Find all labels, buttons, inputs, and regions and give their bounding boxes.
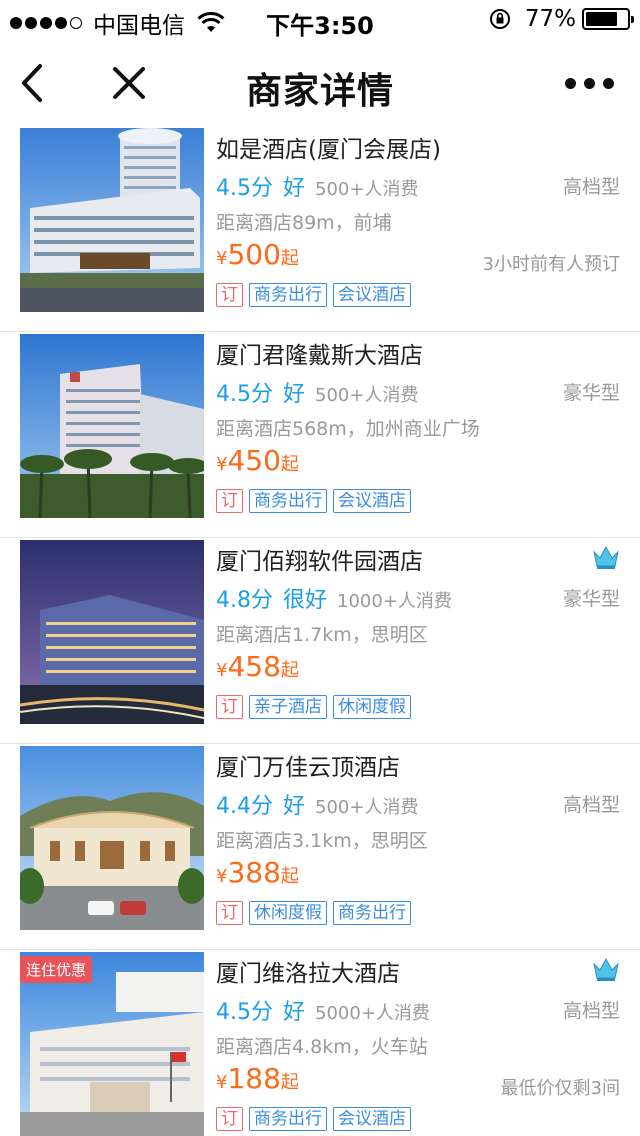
hotel-name: 厦门君隆戴斯大酒店: [216, 343, 423, 369]
tag-book: 订: [216, 1107, 243, 1131]
hotel-grade: 豪华型: [562, 382, 620, 404]
hotel-distance: 距离酒店4.8km，火车站: [216, 1036, 428, 1058]
hotel-grade: 高档型: [562, 176, 620, 198]
tag: 休闲度假: [249, 901, 327, 925]
tag: 会议酒店: [333, 283, 411, 307]
hotel-photo: [20, 746, 204, 930]
tag: 会议酒店: [333, 1107, 411, 1131]
hotel-name: 厦门万佳云顶酒店: [216, 755, 400, 781]
price-value: 450: [227, 444, 281, 477]
currency-symbol: ¥: [216, 248, 228, 269]
hotel-name: 厦门佰翔软件园酒店: [216, 549, 423, 575]
tag: 商务出行: [333, 901, 411, 925]
tag-book: 订: [216, 283, 243, 307]
battery-icon: [582, 8, 634, 30]
battery-percent: 77%: [524, 6, 576, 32]
hotel-consume-count: 1000+人消费: [337, 591, 452, 612]
hotel-photo: [20, 540, 204, 724]
hotel-price: ¥ 388 起: [216, 856, 299, 889]
hotel-distance: 距离酒店568m，加州商业广场: [216, 418, 480, 440]
hotel-list-item[interactable]: 连住优惠 厦门维洛拉大酒店 4.5分 好 5000+人消费 高档型 距离酒店4.…: [0, 950, 640, 1136]
price-from-label: 起: [280, 1072, 299, 1093]
hotel-rating-word: 好: [283, 176, 306, 201]
price-from-label: 起: [280, 866, 299, 887]
tag: 商务出行: [249, 489, 327, 513]
hotel-distance: 距离酒店1.7km，思明区: [216, 624, 428, 646]
hotel-rating-word: 好: [283, 794, 306, 819]
hotel-list-item[interactable]: 厦门君隆戴斯大酒店 4.5分 好 500+人消费 豪华型 距离酒店568m，加州…: [0, 332, 640, 538]
page-title: 商家详情: [245, 71, 394, 112]
hotel-name: 厦门维洛拉大酒店: [216, 961, 400, 987]
hotel-list: 如是酒店(厦门会展店) 4.5分 好 500+人消费 高档型 距离酒店89m，前…: [0, 126, 640, 1136]
hotel-list-item[interactable]: 如是酒店(厦门会展店) 4.5分 好 500+人消费 高档型 距离酒店89m，前…: [0, 126, 640, 332]
hotel-tags: 订 休闲度假 商务出行: [216, 901, 417, 925]
tag: 会议酒店: [333, 489, 411, 513]
currency-symbol: ¥: [216, 866, 228, 887]
hotel-photo: [20, 128, 204, 312]
hotel-score: 4.5分: [216, 382, 273, 407]
hotel-tags: 订 商务出行 会议酒店: [216, 1107, 417, 1131]
hotel-tags: 订 亲子酒店 休闲度假: [216, 695, 417, 719]
hotel-photo: [20, 334, 204, 518]
more-icon[interactable]: [557, 78, 614, 89]
crown-icon: [593, 957, 619, 981]
price-value: 388: [227, 856, 281, 889]
hotel-rating-word: 很好: [283, 588, 328, 613]
hotel-consume-count: 500+人消费: [315, 797, 419, 818]
hotel-rating-word: 好: [283, 382, 306, 407]
hotel-consume-count: 500+人消费: [315, 179, 419, 200]
hotel-list-item[interactable]: 厦门佰翔软件园酒店 4.8分 很好 1000+人消费 豪华型 距离酒店1.7km…: [0, 538, 640, 744]
tag: 亲子酒店: [249, 695, 327, 719]
hotel-price: ¥ 458 起: [216, 650, 299, 683]
hotel-tags: 订 商务出行 会议酒店: [216, 489, 417, 513]
hotel-note: 最低价仅剩3间: [500, 1078, 620, 1099]
nav-bar: 商家详情: [0, 40, 640, 126]
hotel-list-item[interactable]: 厦门万佳云顶酒店 4.4分 好 500+人消费 高档型 距离酒店3.1km，思明…: [0, 744, 640, 950]
price-from-label: 起: [280, 454, 299, 475]
hotel-score: 4.5分: [216, 1000, 273, 1025]
hotel-price: ¥ 188 起: [216, 1062, 299, 1095]
hotel-consume-count: 5000+人消费: [315, 1003, 430, 1024]
tag: 商务出行: [249, 283, 327, 307]
hotel-price: ¥ 500 起: [216, 238, 299, 271]
hotel-tags: 订 商务出行 会议酒店: [216, 283, 417, 307]
hotel-name: 如是酒店(厦门会展店): [216, 137, 441, 163]
hotel-score: 4.8分: [216, 588, 273, 613]
currency-symbol: ¥: [216, 660, 228, 681]
tag: 休闲度假: [333, 695, 411, 719]
promo-badge: 连住优惠: [20, 956, 93, 983]
hotel-rating-word: 好: [283, 1000, 306, 1025]
hotel-score: 4.5分: [216, 176, 273, 201]
crown-icon: [593, 545, 619, 569]
tag: 商务出行: [249, 1107, 327, 1131]
hotel-note: 3小时前有人预订: [482, 254, 620, 275]
currency-symbol: ¥: [216, 1072, 228, 1093]
price-from-label: 起: [280, 660, 299, 681]
rotation-lock-icon: [489, 9, 510, 29]
price-value: 188: [227, 1062, 281, 1095]
price-from-label: 起: [280, 248, 299, 269]
price-value: 458: [227, 650, 281, 683]
hotel-grade: 豪华型: [562, 588, 620, 610]
hotel-photo: 连住优惠: [20, 952, 204, 1136]
hotel-distance: 距离酒店89m，前埔: [216, 212, 392, 234]
hotel-price: ¥ 450 起: [216, 444, 299, 477]
hotel-consume-count: 500+人消费: [315, 385, 419, 406]
hotel-score: 4.4分: [216, 794, 273, 819]
tag-book: 订: [216, 695, 243, 719]
hotel-grade: 高档型: [562, 794, 620, 816]
price-value: 500: [227, 238, 281, 271]
hotel-distance: 距离酒店3.1km，思明区: [216, 830, 428, 852]
tag-book: 订: [216, 489, 243, 513]
currency-symbol: ¥: [216, 454, 228, 475]
status-bar: 中国电信 下午3:50 77%: [0, 0, 640, 40]
hotel-grade: 高档型: [562, 1000, 620, 1022]
tag-book: 订: [216, 901, 243, 925]
